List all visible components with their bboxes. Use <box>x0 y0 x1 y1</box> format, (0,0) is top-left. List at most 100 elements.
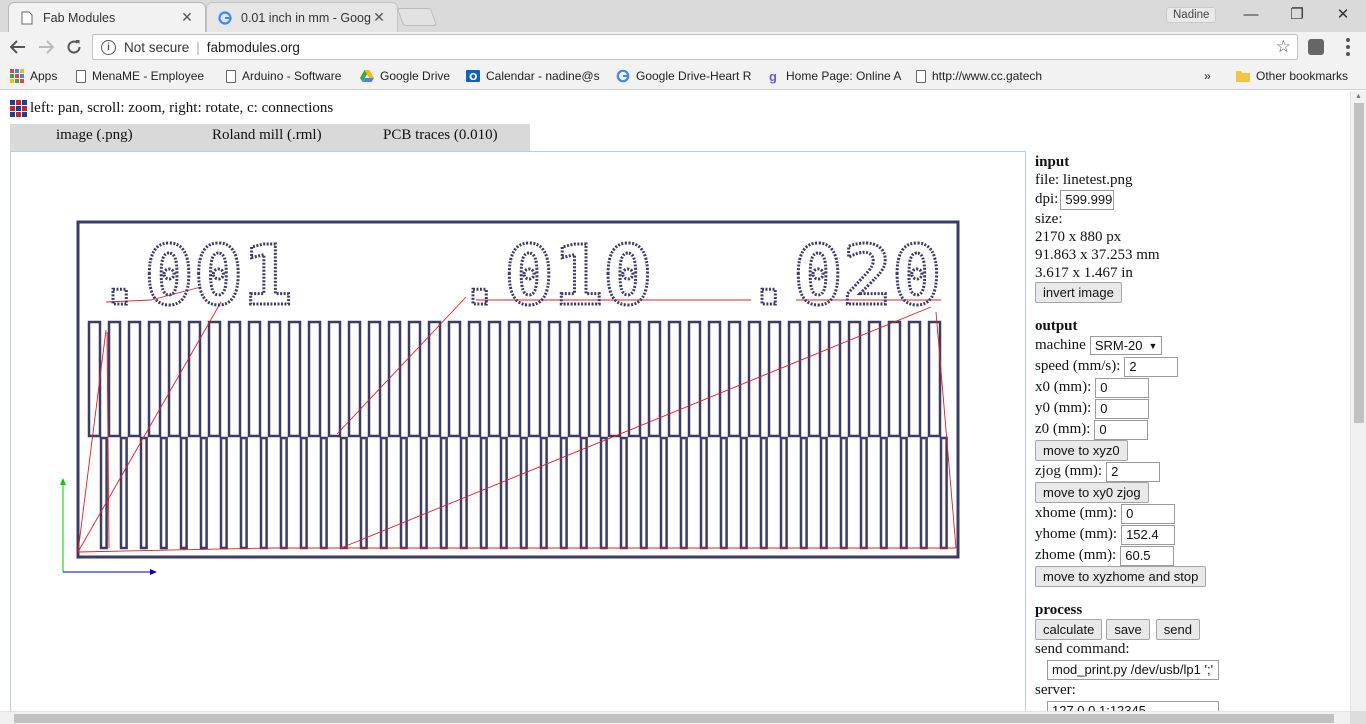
scrollbar-thumb[interactable] <box>14 714 1334 723</box>
bookmark-drive-heart[interactable]: Google Drive-Heart R <box>616 67 756 85</box>
close-window-icon[interactable]: ✕ <box>1320 0 1366 28</box>
trace-rect <box>907 320 922 438</box>
size-in: 3.617 x 1.467 in <box>1035 265 1133 281</box>
address-separator: | <box>196 39 200 55</box>
close-icon[interactable]: ✕ <box>179 9 195 26</box>
bookmark-menamme[interactable]: MenaME - Employee <box>76 67 210 85</box>
machine-select[interactable]: SRM-20 ▼ <box>1089 336 1163 355</box>
move-to-xyzhome-button[interactable]: move to xyzhome and stop <box>1035 566 1207 587</box>
trace-rect-lower <box>299 436 308 550</box>
trace-rect <box>807 320 822 438</box>
dpi-row: dpi: 599.999 <box>1035 189 1335 210</box>
reload-icon[interactable] <box>62 36 86 58</box>
yhome-input[interactable]: 152.4 <box>1121 524 1176 545</box>
extension-icon[interactable] <box>1308 39 1324 55</box>
trace-rect <box>327 320 342 438</box>
tab-pcb-traces[interactable]: PCB traces (0.010) <box>383 127 498 144</box>
tab-image-png[interactable]: image (.png) <box>56 127 133 144</box>
process-buttons: calculate save send <box>1035 619 1335 640</box>
trace-rect-lower <box>579 436 588 550</box>
bookmark-label: http://www.cc.gatech <box>932 69 1043 83</box>
toolpath-viewer[interactable]: .001 .010 .020 <box>10 151 1026 711</box>
x0-label: x0 (mm): <box>1035 379 1092 395</box>
trace-rect <box>407 320 422 438</box>
star-icon[interactable]: ☆ <box>1276 37 1291 57</box>
apps-grid-icon <box>10 69 24 83</box>
trace-rect-lower <box>739 436 748 550</box>
save-button[interactable]: save <box>1106 619 1150 640</box>
zhome-label: zhome (mm): <box>1035 547 1117 563</box>
move-to-xyz0-button[interactable]: move to xyz0 <box>1035 440 1128 461</box>
dpi-label: dpi: <box>1035 191 1059 207</box>
zjog-input[interactable]: 2 <box>1106 461 1161 482</box>
back-icon[interactable] <box>6 36 30 58</box>
browser-toolbar: i Not secure | fabmodules.org ☆ <box>0 32 1366 62</box>
trace-rect-lower <box>799 436 808 550</box>
tab-roland-mill[interactable]: Roland mill (.rml) <box>212 127 322 144</box>
trace-rect <box>227 320 242 438</box>
bookmark-arduino[interactable]: Arduino - Software <box>226 67 352 85</box>
trace-rect-lower <box>559 436 568 550</box>
send-button[interactable]: send <box>1155 619 1200 640</box>
trace-rect <box>527 320 542 438</box>
vertical-scrollbar[interactable]: ▲ <box>1350 91 1366 711</box>
trace-rect-lower <box>419 436 428 550</box>
info-icon[interactable]: i <box>101 39 116 55</box>
dpi-input[interactable]: 599.999 <box>1060 189 1115 210</box>
trace-rect-lower <box>539 436 548 550</box>
tab-google-search[interactable]: 0.01 inch in mm - Google ✕ <box>206 2 398 32</box>
toolpath-canvas[interactable]: .001 .010 .020 <box>11 152 1025 711</box>
trace-rect <box>587 320 602 438</box>
trace-rect <box>387 320 402 438</box>
calculate-button[interactable]: calculate <box>1035 619 1103 640</box>
help-line: left: pan, scroll: zoom, right: rotate, … <box>10 100 333 117</box>
page-icon <box>226 69 236 83</box>
trace-rect-lower <box>119 436 128 550</box>
bookmarks-overflow-button[interactable]: » <box>1204 67 1218 85</box>
invert-image-button[interactable]: invert image <box>1035 282 1122 303</box>
trace-rect <box>367 320 382 438</box>
close-icon[interactable]: ✕ <box>371 9 387 26</box>
bookmark-google-drive[interactable]: Google Drive <box>360 67 460 85</box>
zhome-input[interactable]: 60.5 <box>1120 545 1175 566</box>
trace-rect-lower <box>779 436 788 550</box>
bookmarks-bar: Apps MenaME - Employee Arduino - Softwar… <box>0 62 1366 90</box>
bookmark-label: Arduino - Software <box>242 69 342 83</box>
trace-rect <box>127 320 142 438</box>
speed-input[interactable]: 2 <box>1124 356 1179 377</box>
google-icon <box>616 69 630 83</box>
z0-input[interactable]: 0 <box>1094 419 1149 440</box>
send-command-input[interactable]: mod_print.py /dev/usb/lp1 ';' <box>1047 659 1219 680</box>
minimize-icon[interactable]: — <box>1228 0 1274 28</box>
file-label: file: linetest.png <box>1035 172 1133 188</box>
trace-rect-lower <box>99 436 108 550</box>
trace-rect <box>507 320 522 438</box>
address-bar[interactable]: i Not secure | fabmodules.org ☆ <box>92 34 1298 60</box>
scroll-up-icon[interactable]: ▲ <box>1355 93 1362 100</box>
other-bookmarks-folder[interactable]: Other bookmarks <box>1236 67 1356 85</box>
trace-rect-lower <box>219 436 228 550</box>
server-input[interactable]: 127.0.0.1:12345 <box>1047 700 1219 711</box>
xhome-input[interactable]: 0 <box>1121 503 1176 524</box>
kebab-menu-icon[interactable] <box>1340 37 1356 57</box>
tab-fab-modules[interactable]: Fab Modules ✕ <box>8 2 206 32</box>
trace-rect-lower <box>279 436 288 550</box>
process-section-title: process <box>1035 602 1083 618</box>
bookmark-gatech[interactable]: http://www.cc.gatech <box>916 67 1056 85</box>
trace-label: .020 <box>744 229 941 324</box>
horizontal-scrollbar[interactable] <box>0 711 1350 724</box>
x0-input[interactable]: 0 <box>1095 377 1150 398</box>
bookmark-home-page[interactable]: g Home Page: Online A <box>766 67 906 85</box>
restore-icon[interactable]: ❐ <box>1274 0 1320 28</box>
bookmark-calendar[interactable]: O Calendar - nadine@s <box>466 67 606 85</box>
forward-icon[interactable] <box>34 36 58 58</box>
bookmark-apps[interactable]: Apps <box>10 67 70 85</box>
bookmark-label: Home Page: Online A <box>786 69 902 83</box>
trace-rect-lower <box>139 436 148 550</box>
scrollbar-thumb[interactable] <box>1354 103 1364 423</box>
trace-rect <box>267 320 282 438</box>
move-to-xy0-zjog-button[interactable]: move to xy0 zjog <box>1035 482 1149 503</box>
profile-button[interactable]: Nadine <box>1166 7 1217 23</box>
new-tab-button[interactable] <box>396 8 438 26</box>
y0-input[interactable]: 0 <box>1095 398 1150 419</box>
